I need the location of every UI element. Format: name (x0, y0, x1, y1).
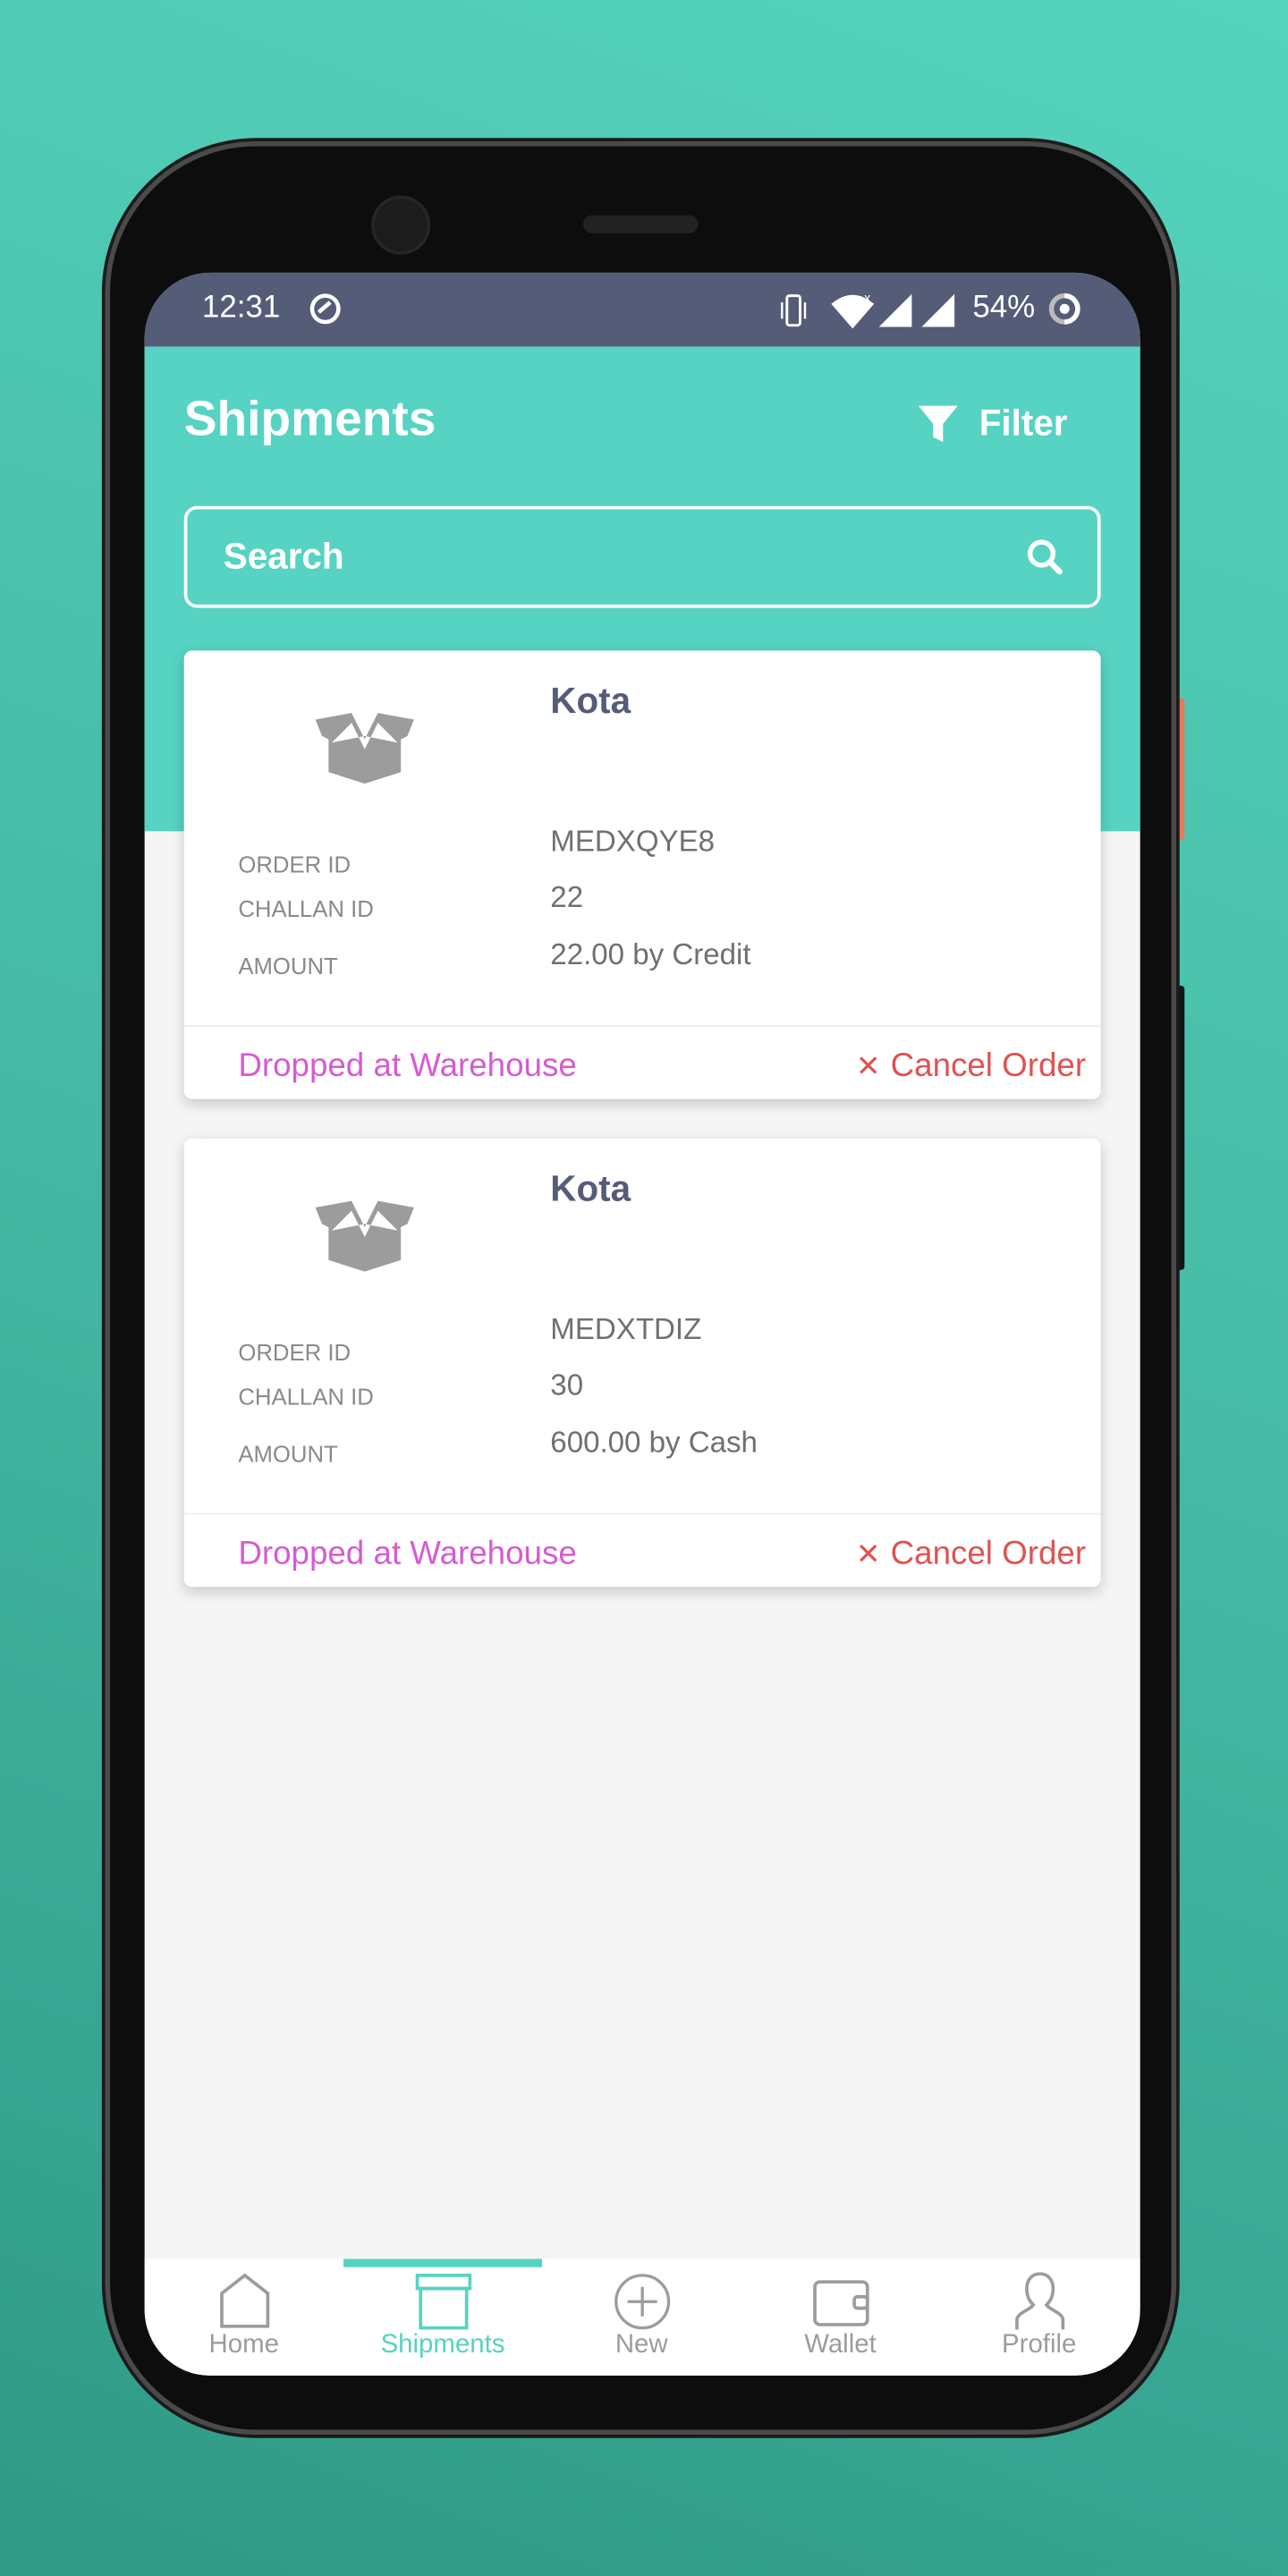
box-icon (414, 2274, 471, 2330)
active-tab-indicator (343, 2258, 543, 2267)
signal-icon (878, 293, 912, 327)
shipment-status: Dropped at Warehouse (238, 1536, 577, 1572)
nav-profile[interactable]: Profile (940, 2272, 1139, 2376)
clock: 12:31 (201, 291, 281, 326)
cancel-order-button[interactable]: ✕ Cancel Order (856, 1048, 1086, 1086)
challan-id-value: 30 (550, 1368, 584, 1402)
shipment-status: Dropped at Warehouse (238, 1047, 577, 1085)
nav-label: New (614, 2331, 668, 2360)
vibrate-icon (781, 294, 807, 327)
close-icon: ✕ (855, 1538, 881, 1571)
battery-icon (1048, 292, 1080, 325)
card-divider (183, 1513, 1101, 1515)
app-screen: 12:31 x 54% Shipments Filter Kota ORDER … (144, 272, 1140, 2376)
wallet-icon (812, 2280, 869, 2326)
battery-percent: 54% (972, 291, 1036, 326)
search-field[interactable] (183, 505, 1101, 608)
challan-id-label: CHALLAN ID (238, 1383, 374, 1410)
shipment-city: Kota (550, 1167, 631, 1209)
search-icon[interactable] (1025, 538, 1064, 577)
signal-icon-2 (921, 293, 955, 327)
cancel-label: Cancel Order (890, 1536, 1087, 1572)
wifi-icon: x (831, 292, 875, 329)
cancel-label: Cancel Order (890, 1047, 1087, 1085)
nav-label: Profile (1002, 2331, 1077, 2360)
close-icon: ✕ (855, 1049, 881, 1083)
order-id-value: MEDXTDIZ (550, 1312, 702, 1346)
shipment-card[interactable]: Kota ORDER ID CHALLAN ID AMOUNT MEDXTDIZ… (183, 1138, 1101, 1588)
home-icon (219, 2273, 269, 2328)
front-camera (371, 195, 431, 255)
nav-label: Wallet (804, 2331, 877, 2360)
amount-label: AMOUNT (238, 953, 338, 979)
plus-circle-icon (614, 2274, 670, 2330)
nav-label: Shipments (380, 2331, 505, 2360)
order-id-label: ORDER ID (238, 1338, 352, 1366)
order-id-value: MEDXQYE8 (550, 825, 716, 858)
card-divider (183, 1025, 1101, 1027)
nav-wallet[interactable]: Wallet (741, 2272, 939, 2376)
person-icon (1014, 2272, 1064, 2330)
challan-id-label: CHALLAN ID (238, 895, 374, 922)
order-id-label: ORDER ID (238, 851, 352, 877)
nav-shipments[interactable]: Shipments (343, 2272, 542, 2376)
notification-icon (309, 293, 341, 325)
page-title: Shipments (183, 392, 436, 447)
shipment-city: Kota (550, 680, 631, 722)
amount-value: 600.00 by Cash (550, 1426, 758, 1460)
filter-label: Filter (979, 402, 1068, 444)
status-bar: 12:31 x 54% (144, 272, 1140, 347)
search-input[interactable] (223, 535, 1026, 579)
filter-button[interactable]: Filter (917, 402, 1068, 445)
earpiece (583, 215, 699, 233)
nav-label: Home (208, 2331, 279, 2360)
nav-home[interactable]: Home (145, 2272, 343, 2376)
package-icon (315, 713, 414, 784)
amount-value: 22.00 by Credit (550, 937, 751, 971)
challan-id-value: 22 (550, 880, 584, 914)
nav-new[interactable]: New (542, 2272, 741, 2376)
package-icon (315, 1200, 414, 1272)
cancel-order-button[interactable]: ✕ Cancel Order (856, 1536, 1086, 1573)
filter-icon (918, 405, 958, 443)
bottom-nav: Home Shipments New Wallet Profile (144, 2258, 1140, 2376)
shipment-card[interactable]: Kota ORDER ID CHALLAN ID AMOUNT MEDXQYE8… (183, 650, 1101, 1099)
stage: 12:31 x 54% Shipments Filter Kota ORDER … (0, 0, 1288, 2576)
amount-label: AMOUNT (238, 1440, 338, 1468)
svg-text:x: x (864, 292, 871, 306)
